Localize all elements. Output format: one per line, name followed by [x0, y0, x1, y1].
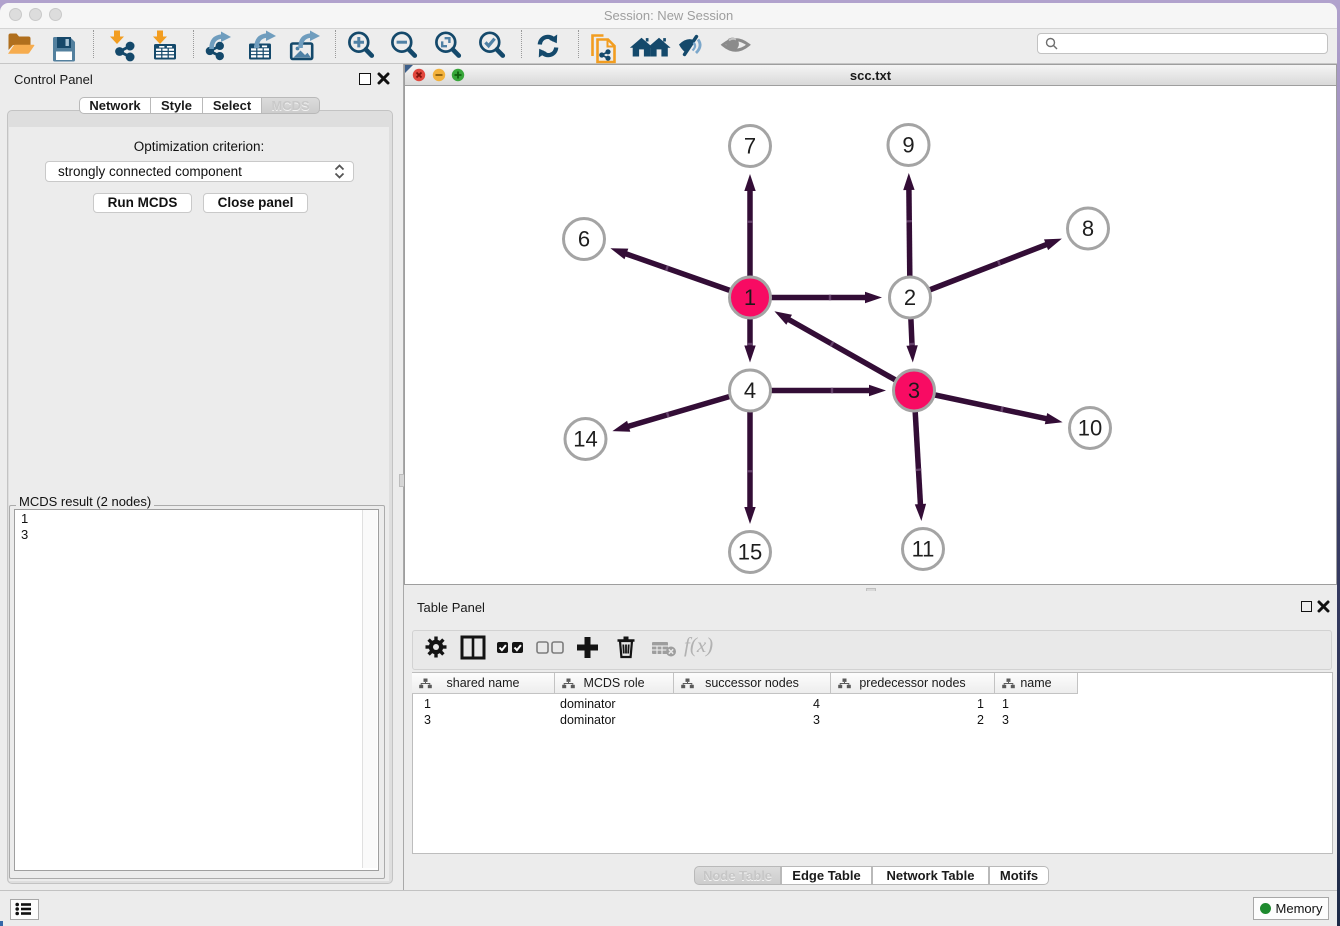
svg-text:8: 8 [1082, 216, 1094, 241]
svg-text:2: 2 [904, 285, 916, 310]
svg-text:4: 4 [744, 378, 756, 403]
svg-text:14: 14 [573, 427, 597, 452]
svg-text:7: 7 [744, 134, 756, 159]
svg-text:15: 15 [738, 540, 762, 565]
svg-text:9: 9 [902, 133, 914, 158]
svg-text:3: 3 [908, 378, 920, 403]
svg-text:6: 6 [578, 227, 590, 252]
svg-text:11: 11 [912, 537, 935, 562]
svg-text:1: 1 [744, 285, 756, 310]
svg-text:10: 10 [1078, 416, 1102, 441]
